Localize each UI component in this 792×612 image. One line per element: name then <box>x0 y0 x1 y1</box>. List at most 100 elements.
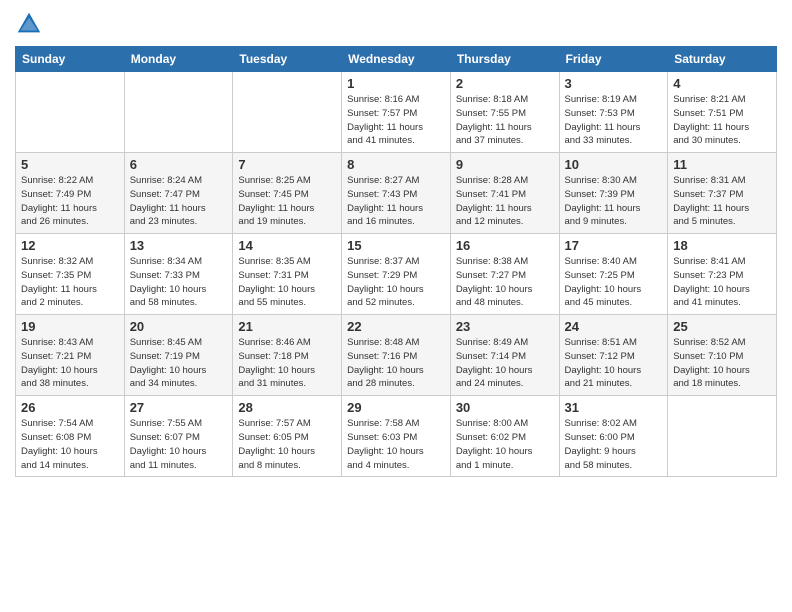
calendar-cell: 24 Sunrise: 8:51 AM Sunset: 7:12 PM Dayli… <box>559 315 668 396</box>
day-number: 14 <box>238 238 336 253</box>
day-number: 27 <box>130 400 228 415</box>
day-number: 26 <box>21 400 119 415</box>
calendar-cell: 14 Sunrise: 8:35 AM Sunset: 7:31 PM Dayli… <box>233 234 342 315</box>
week-row-4: 19 Sunrise: 8:43 AM Sunset: 7:21 PM Dayli… <box>16 315 777 396</box>
day-info: Sunrise: 8:46 AM Sunset: 7:18 PM Dayligh… <box>238 336 336 391</box>
day-info: Sunrise: 8:35 AM Sunset: 7:31 PM Dayligh… <box>238 255 336 310</box>
day-info: Sunrise: 7:57 AM Sunset: 6:05 PM Dayligh… <box>238 417 336 472</box>
day-number: 7 <box>238 157 336 172</box>
day-info: Sunrise: 8:28 AM Sunset: 7:41 PM Dayligh… <box>456 174 554 229</box>
day-info: Sunrise: 8:18 AM Sunset: 7:55 PM Dayligh… <box>456 93 554 148</box>
weekday-header-tuesday: Tuesday <box>233 47 342 72</box>
calendar-cell: 7 Sunrise: 8:25 AM Sunset: 7:45 PM Daylig… <box>233 153 342 234</box>
calendar-cell: 28 Sunrise: 7:57 AM Sunset: 6:05 PM Dayli… <box>233 396 342 477</box>
calendar-cell: 9 Sunrise: 8:28 AM Sunset: 7:41 PM Daylig… <box>450 153 559 234</box>
day-info: Sunrise: 7:55 AM Sunset: 6:07 PM Dayligh… <box>130 417 228 472</box>
calendar-cell: 25Sunrise: 8:52 AM Sunset: 7:10 PM Dayli… <box>668 315 777 396</box>
logo-icon <box>15 10 43 38</box>
day-info: Sunrise: 8:24 AM Sunset: 7:47 PM Dayligh… <box>130 174 228 229</box>
day-info: Sunrise: 8:48 AM Sunset: 7:16 PM Dayligh… <box>347 336 445 391</box>
weekday-header-friday: Friday <box>559 47 668 72</box>
calendar-cell: 15 Sunrise: 8:37 AM Sunset: 7:29 PM Dayli… <box>342 234 451 315</box>
day-info: Sunrise: 7:54 AM Sunset: 6:08 PM Dayligh… <box>21 417 119 472</box>
calendar-cell: 18Sunrise: 8:41 AM Sunset: 7:23 PM Dayli… <box>668 234 777 315</box>
day-number: 23 <box>456 319 554 334</box>
calendar-cell: 16 Sunrise: 8:38 AM Sunset: 7:27 PM Dayli… <box>450 234 559 315</box>
calendar-cell <box>124 72 233 153</box>
day-info: Sunrise: 8:43 AM Sunset: 7:21 PM Dayligh… <box>21 336 119 391</box>
day-info: Sunrise: 8:40 AM Sunset: 7:25 PM Dayligh… <box>565 255 663 310</box>
calendar-cell: 29 Sunrise: 7:58 AM Sunset: 6:03 PM Dayli… <box>342 396 451 477</box>
day-info: Sunrise: 8:31 AM Sunset: 7:37 PM Dayligh… <box>673 174 771 229</box>
calendar-cell: 21 Sunrise: 8:46 AM Sunset: 7:18 PM Dayli… <box>233 315 342 396</box>
day-info: Sunrise: 8:25 AM Sunset: 7:45 PM Dayligh… <box>238 174 336 229</box>
calendar-cell: 6 Sunrise: 8:24 AM Sunset: 7:47 PM Daylig… <box>124 153 233 234</box>
calendar-cell <box>16 72 125 153</box>
logo <box>15 10 47 38</box>
day-info: Sunrise: 8:37 AM Sunset: 7:29 PM Dayligh… <box>347 255 445 310</box>
day-number: 31 <box>565 400 663 415</box>
header <box>15 10 777 38</box>
calendar-cell <box>668 396 777 477</box>
calendar-table: SundayMondayTuesdayWednesdayThursdayFrid… <box>15 46 777 477</box>
calendar-cell: 11 Sunrise: 8:31 AM Sunset: 7:37 PM Dayli… <box>668 153 777 234</box>
day-number: 3 <box>565 76 663 91</box>
day-number: 24 <box>565 319 663 334</box>
calendar-cell: 31 Sunrise: 8:02 AM Sunset: 6:00 PM Dayli… <box>559 396 668 477</box>
calendar-cell: 30Sunrise: 8:00 AM Sunset: 6:02 PM Dayli… <box>450 396 559 477</box>
day-number: 8 <box>347 157 445 172</box>
calendar-cell: 1Sunrise: 8:16 AM Sunset: 7:57 PM Daylig… <box>342 72 451 153</box>
day-number: 25 <box>673 319 771 334</box>
day-number: 28 <box>238 400 336 415</box>
calendar-cell: 8 Sunrise: 8:27 AM Sunset: 7:43 PM Daylig… <box>342 153 451 234</box>
day-number: 18 <box>673 238 771 253</box>
day-info: Sunrise: 8:02 AM Sunset: 6:00 PM Dayligh… <box>565 417 663 472</box>
calendar-cell: 27 Sunrise: 7:55 AM Sunset: 6:07 PM Dayli… <box>124 396 233 477</box>
day-info: Sunrise: 8:45 AM Sunset: 7:19 PM Dayligh… <box>130 336 228 391</box>
day-number: 29 <box>347 400 445 415</box>
weekday-header-saturday: Saturday <box>668 47 777 72</box>
page: SundayMondayTuesdayWednesdayThursdayFrid… <box>0 0 792 612</box>
day-info: Sunrise: 8:51 AM Sunset: 7:12 PM Dayligh… <box>565 336 663 391</box>
calendar-cell: 5 Sunrise: 8:22 AM Sunset: 7:49 PM Daylig… <box>16 153 125 234</box>
calendar-cell: 20 Sunrise: 8:45 AM Sunset: 7:19 PM Dayli… <box>124 315 233 396</box>
day-info: Sunrise: 8:38 AM Sunset: 7:27 PM Dayligh… <box>456 255 554 310</box>
day-number: 2 <box>456 76 554 91</box>
calendar-cell <box>233 72 342 153</box>
day-number: 9 <box>456 157 554 172</box>
weekday-header-sunday: Sunday <box>16 47 125 72</box>
calendar-cell: 26 Sunrise: 7:54 AM Sunset: 6:08 PM Dayli… <box>16 396 125 477</box>
weekday-header-row: SundayMondayTuesdayWednesdayThursdayFrid… <box>16 47 777 72</box>
calendar-cell: 4 Sunrise: 8:21 AM Sunset: 7:51 PM Daylig… <box>668 72 777 153</box>
day-number: 5 <box>21 157 119 172</box>
day-number: 16 <box>456 238 554 253</box>
day-number: 19 <box>21 319 119 334</box>
weekday-header-wednesday: Wednesday <box>342 47 451 72</box>
day-info: Sunrise: 7:58 AM Sunset: 6:03 PM Dayligh… <box>347 417 445 472</box>
day-number: 6 <box>130 157 228 172</box>
weekday-header-thursday: Thursday <box>450 47 559 72</box>
calendar-cell: 13Sunrise: 8:34 AM Sunset: 7:33 PM Dayli… <box>124 234 233 315</box>
day-number: 20 <box>130 319 228 334</box>
calendar-cell: 17Sunrise: 8:40 AM Sunset: 7:25 PM Dayli… <box>559 234 668 315</box>
day-number: 22 <box>347 319 445 334</box>
calendar-cell: 10Sunrise: 8:30 AM Sunset: 7:39 PM Dayli… <box>559 153 668 234</box>
day-info: Sunrise: 8:21 AM Sunset: 7:51 PM Dayligh… <box>673 93 771 148</box>
day-info: Sunrise: 8:27 AM Sunset: 7:43 PM Dayligh… <box>347 174 445 229</box>
calendar-cell: 19 Sunrise: 8:43 AM Sunset: 7:21 PM Dayli… <box>16 315 125 396</box>
day-info: Sunrise: 8:34 AM Sunset: 7:33 PM Dayligh… <box>130 255 228 310</box>
calendar-cell: 12Sunrise: 8:32 AM Sunset: 7:35 PM Dayli… <box>16 234 125 315</box>
day-number: 4 <box>673 76 771 91</box>
week-row-3: 12Sunrise: 8:32 AM Sunset: 7:35 PM Dayli… <box>16 234 777 315</box>
week-row-5: 26 Sunrise: 7:54 AM Sunset: 6:08 PM Dayli… <box>16 396 777 477</box>
calendar-cell: 22 Sunrise: 8:48 AM Sunset: 7:16 PM Dayli… <box>342 315 451 396</box>
day-number: 1 <box>347 76 445 91</box>
day-number: 30 <box>456 400 554 415</box>
calendar-cell: 2 Sunrise: 8:18 AM Sunset: 7:55 PM Daylig… <box>450 72 559 153</box>
day-number: 11 <box>673 157 771 172</box>
day-number: 21 <box>238 319 336 334</box>
week-row-1: 1Sunrise: 8:16 AM Sunset: 7:57 PM Daylig… <box>16 72 777 153</box>
weekday-header-monday: Monday <box>124 47 233 72</box>
day-info: Sunrise: 8:22 AM Sunset: 7:49 PM Dayligh… <box>21 174 119 229</box>
day-number: 15 <box>347 238 445 253</box>
